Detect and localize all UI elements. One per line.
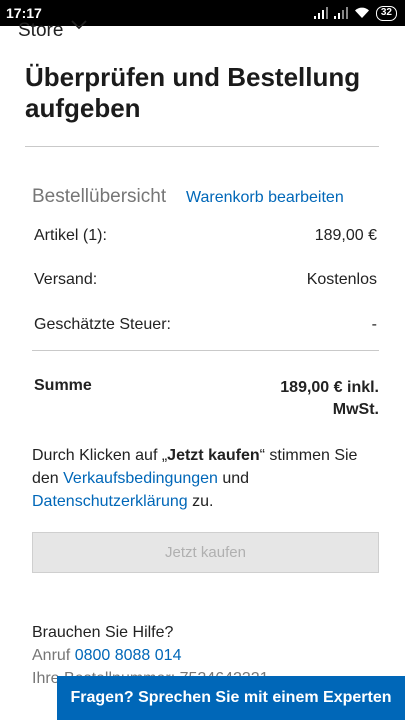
- terms-bold: Jetzt kaufen: [167, 447, 260, 464]
- privacy-link[interactable]: Datenschutzerklärung: [32, 493, 188, 510]
- talk-to-expert-button[interactable]: Fragen? Sprechen Sie mit einem Experten: [57, 676, 405, 720]
- edit-cart-link[interactable]: Warenkorb bearbeiten: [186, 189, 344, 207]
- sales-terms-link[interactable]: Verkaufsbedingungen: [63, 470, 218, 487]
- call-prefix: Anruf: [32, 647, 75, 664]
- terms-suffix: zu.: [187, 493, 214, 510]
- phone-link[interactable]: 0800 8088 014: [75, 647, 182, 664]
- shipping-label: Versand:: [34, 271, 98, 288]
- buy-now-button[interactable]: Jetzt kaufen: [32, 532, 379, 573]
- store-menu[interactable]: Store: [18, 18, 88, 44]
- status-icons: 32: [313, 5, 397, 21]
- terms-text: Durch Klicken auf „Jetzt kaufen“ stimmen…: [32, 444, 382, 513]
- divider: [25, 146, 379, 147]
- terms-prefix: Durch Klicken auf „: [32, 447, 168, 464]
- battery-icon: 32: [375, 5, 397, 21]
- wifi-icon: [354, 7, 369, 19]
- tax-label: Geschätzte Steuer:: [34, 316, 171, 333]
- signal-icon: [313, 7, 328, 19]
- terms-and: und: [217, 470, 250, 487]
- store-label: Store: [18, 20, 64, 41]
- tax-value: -: [371, 316, 377, 333]
- page-title: Überprüfen und Bestellung aufgeben: [25, 62, 361, 123]
- items-value: 189,00 €: [314, 227, 377, 244]
- total-value: 189,00 € inkl. MwSt.: [280, 379, 379, 418]
- summary-heading: Bestellübersicht: [32, 186, 167, 207]
- help-call: Anruf 0800 8088 014: [32, 644, 382, 667]
- chevron-down-icon: [71, 20, 88, 30]
- summary-divider: [32, 350, 379, 351]
- help-title: Brauchen Sie Hilfe?: [32, 624, 174, 641]
- total-label: Summe: [34, 377, 92, 394]
- shipping-value: Kostenlos: [306, 271, 377, 288]
- signal-icon: [333, 7, 348, 19]
- items-label: Artikel (1):: [34, 227, 107, 244]
